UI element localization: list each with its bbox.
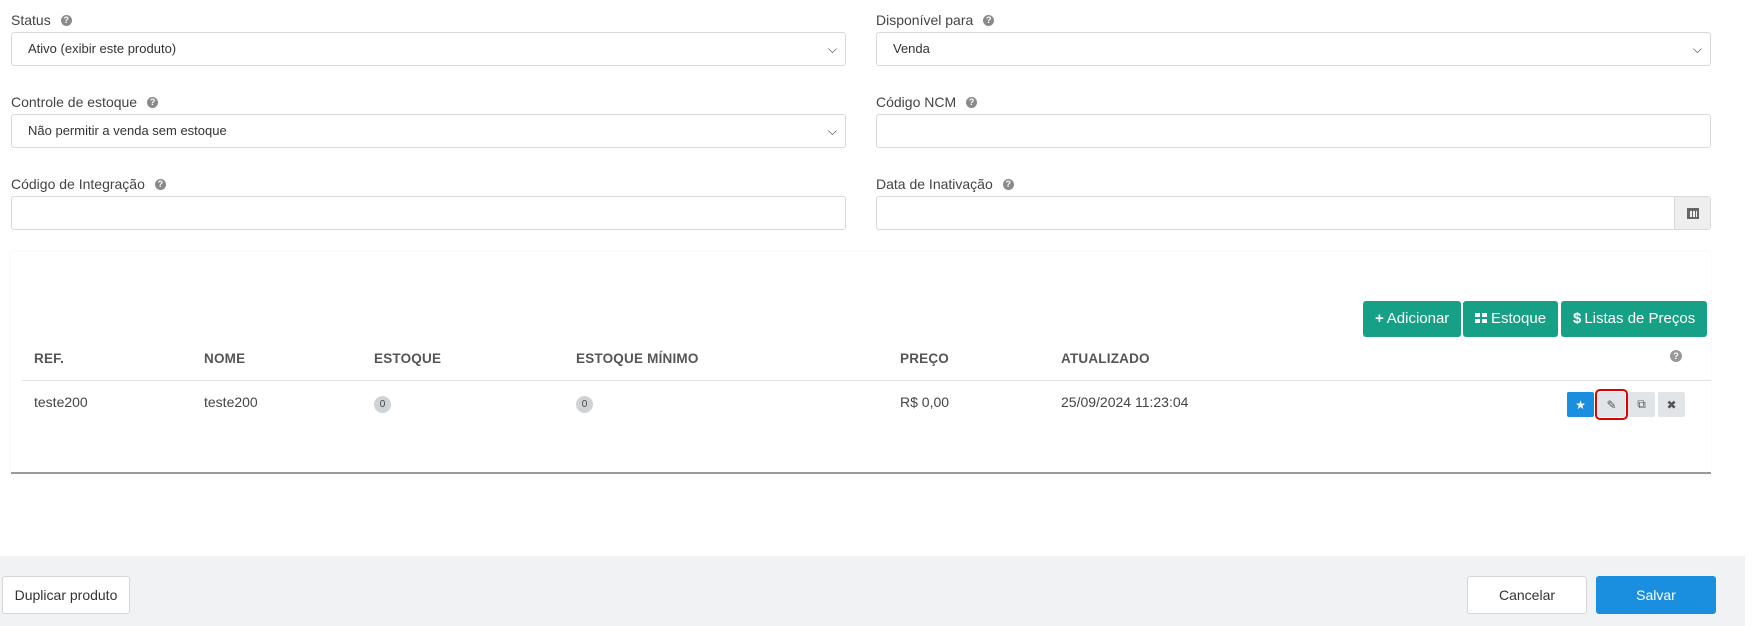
column-header-nome[interactable]: NOME — [204, 351, 245, 366]
column-header-estoque-minimo[interactable]: ESTOQUE MÍNIMO — [576, 351, 699, 366]
status-select-value: Ativo (exibir este produto) — [28, 41, 177, 56]
table-header-divider — [22, 380, 1711, 381]
help-icon[interactable]: ? — [966, 96, 978, 108]
cell-nome: teste200 — [204, 394, 258, 410]
column-header-ref[interactable]: REF. — [34, 351, 64, 366]
help-icon[interactable]: ? — [983, 14, 995, 26]
product-form-page: Status? Ativo (exibir este produto) ⌵ Di… — [0, 0, 1763, 626]
stock-button[interactable]: Estoque — [1463, 301, 1559, 337]
cell-preco: R$ 0,00 — [900, 394, 950, 410]
status-field: Status? Ativo (exibir este produto) ⌵ — [11, 10, 846, 66]
column-header-atualizado[interactable]: ATUALIZADO — [1061, 351, 1150, 366]
disponivel-select-value: Venda — [893, 41, 930, 56]
help-icon[interactable]: ? — [154, 178, 166, 190]
disponivel-label: Disponível para? — [876, 10, 995, 30]
calendar-icon — [1686, 207, 1699, 219]
controle-estoque-select[interactable]: Não permitir a venda sem estoque ⌵ — [11, 114, 846, 148]
scrollbar[interactable] — [1745, 0, 1763, 626]
controle-estoque-label: Controle de estoque? — [11, 92, 159, 112]
duplicate-variant-button[interactable]: ⧉ — [1628, 392, 1655, 417]
cell-estoque-minimo-badge: 0 — [576, 396, 593, 413]
pencil-icon: ✎ — [1606, 397, 1617, 412]
chevron-down-icon: ⌵ — [827, 42, 837, 56]
favorite-button[interactable]: ★ — [1567, 392, 1594, 417]
help-icon[interactable]: ? — [1002, 178, 1014, 190]
disponivel-select[interactable]: Venda ⌵ — [876, 32, 1711, 66]
controle-estoque-field: Controle de estoque? Não permitir a vend… — [11, 92, 846, 148]
edit-button[interactable]: ✎ — [1595, 389, 1628, 420]
data-inativacao-input[interactable] — [876, 196, 1711, 230]
data-inativacao-label: Data de Inativação? — [876, 174, 1014, 194]
dollar-icon: $ — [1573, 310, 1582, 327]
footer-bar: Duplicar produto Cancelar Salvar — [0, 556, 1745, 626]
grid-icon — [1475, 313, 1487, 324]
codigo-ncm-label: Código NCM? — [876, 92, 978, 112]
codigo-integracao-input[interactable] — [11, 196, 846, 230]
close-icon: ✖ — [1666, 397, 1677, 412]
status-select[interactable]: Ativo (exibir este produto) ⌵ — [11, 32, 846, 66]
star-icon: ★ — [1575, 397, 1586, 412]
status-label: Status? — [11, 10, 72, 30]
help-icon[interactable]: ? — [147, 96, 159, 108]
data-inativacao-field: Data de Inativação? — [876, 174, 1711, 230]
copy-icon: ⧉ — [1637, 397, 1646, 411]
cancel-button[interactable]: Cancelar — [1467, 576, 1587, 614]
help-icon[interactable]: ? — [1670, 350, 1682, 362]
controle-estoque-select-value: Não permitir a venda sem estoque — [28, 123, 227, 138]
save-button[interactable]: Salvar — [1596, 576, 1716, 614]
add-variant-button[interactable]: + Adicionar — [1363, 301, 1462, 337]
cell-ref: teste200 — [34, 394, 88, 410]
variants-panel: + Adicionar Estoque $ Listas de Preços REF… — [11, 252, 1711, 474]
cell-estoque-badge: 0 — [374, 396, 391, 413]
column-header-estoque[interactable]: ESTOQUE — [374, 351, 441, 366]
help-icon[interactable]: ? — [60, 14, 72, 26]
codigo-integracao-field: Código de Integração? — [11, 174, 846, 230]
codigo-ncm-input[interactable] — [876, 114, 1711, 148]
plus-icon: + — [1375, 310, 1384, 327]
chevron-down-icon: ⌵ — [1692, 42, 1702, 56]
calendar-button[interactable] — [1674, 197, 1710, 229]
price-lists-button[interactable]: $ Listas de Preços — [1561, 301, 1708, 337]
cell-atualizado: 25/09/2024 11:23:04 — [1061, 394, 1189, 410]
delete-button[interactable]: ✖ — [1658, 392, 1685, 417]
column-header-preco[interactable]: PREÇO — [900, 351, 949, 366]
codigo-ncm-field: Código NCM? — [876, 92, 1711, 148]
chevron-down-icon: ⌵ — [827, 124, 837, 138]
codigo-integracao-label: Código de Integração? — [11, 174, 166, 194]
disponivel-field: Disponível para? Venda ⌵ — [876, 10, 1711, 66]
duplicate-product-button[interactable]: Duplicar produto — [2, 576, 130, 614]
